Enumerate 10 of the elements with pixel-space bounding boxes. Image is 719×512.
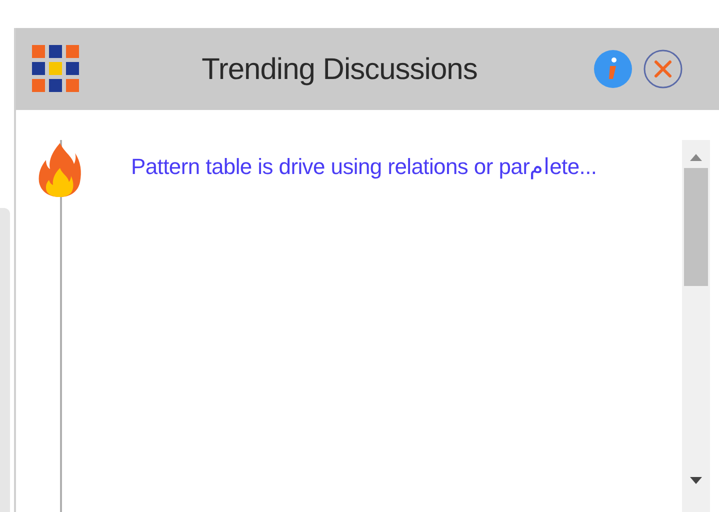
scroll-up-icon[interactable] bbox=[689, 152, 703, 162]
grid-logo-icon bbox=[32, 45, 80, 93]
flame-icon bbox=[38, 142, 82, 198]
scrollbar-thumb[interactable] bbox=[684, 168, 708, 286]
scrollbar[interactable] bbox=[682, 140, 710, 512]
discussion-link[interactable]: Pattern table is drive using relations or parامete... bbox=[131, 142, 658, 188]
info-icon[interactable] bbox=[593, 49, 633, 89]
panel-title: Trending Discussions bbox=[202, 52, 478, 88]
scroll-down-icon[interactable] bbox=[689, 476, 703, 486]
close-icon[interactable] bbox=[643, 49, 683, 89]
